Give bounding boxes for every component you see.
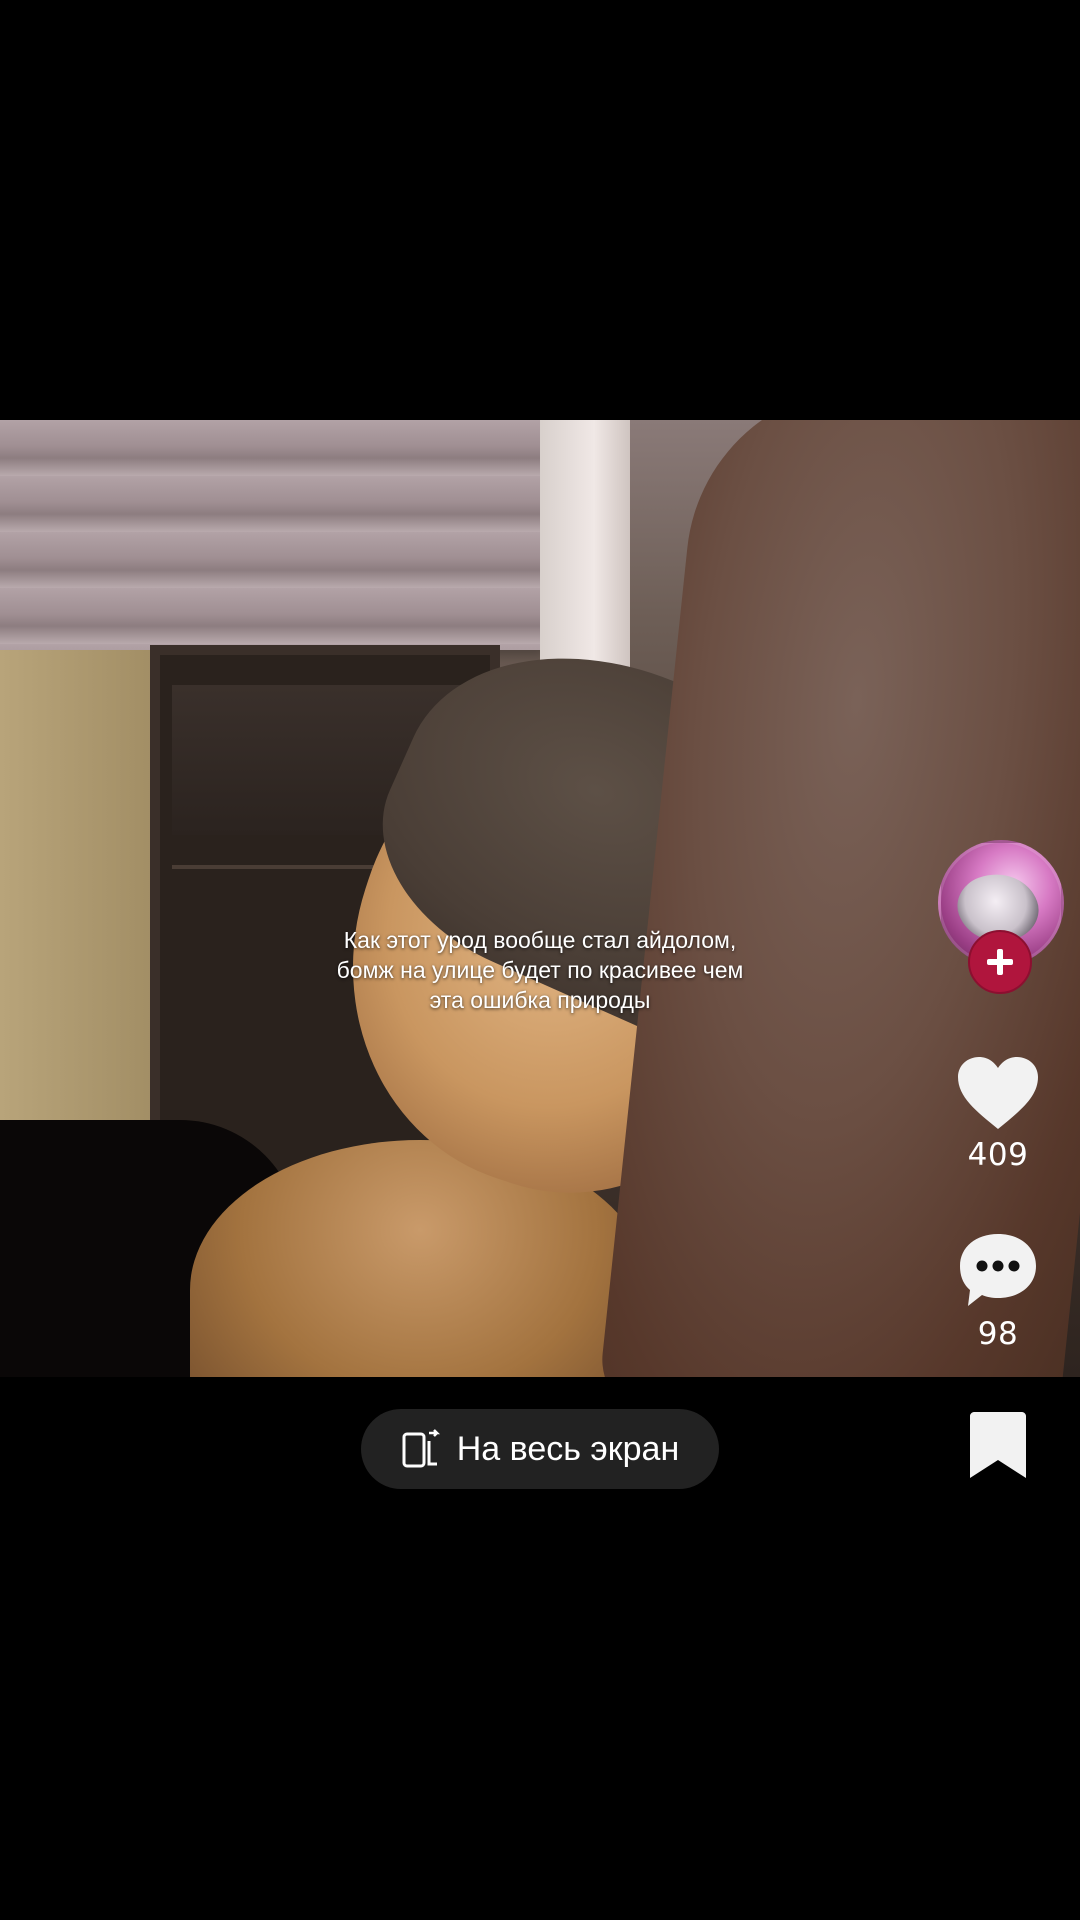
window-blind (0, 420, 545, 650)
like-count: 409 (967, 1137, 1029, 1173)
bookmark-button[interactable] (940, 1410, 1056, 1480)
like-button[interactable]: 409 (940, 1055, 1056, 1173)
bookmark-icon (970, 1412, 1026, 1478)
comment-count: 98 (977, 1316, 1019, 1352)
heart-icon (958, 1057, 1038, 1129)
fullscreen-button[interactable]: На весь экран (361, 1409, 719, 1489)
video-player[interactable]: Как этот урод вообще стал айдолом, бомж … (0, 420, 1080, 1377)
video-caption: Как этот урод вообще стал айдолом, бомж … (336, 927, 744, 1013)
plus-icon (987, 949, 1013, 975)
screen: Как этот урод вообще стал айдолом, бомж … (0, 0, 1080, 1920)
background-wall (0, 650, 160, 1150)
comment-icon (960, 1234, 1036, 1306)
comment-button[interactable]: 98 (940, 1230, 1056, 1352)
fullscreen-label: На весь экран (456, 1429, 680, 1468)
fullscreen-icon (402, 1429, 440, 1468)
follow-button[interactable] (968, 930, 1032, 994)
